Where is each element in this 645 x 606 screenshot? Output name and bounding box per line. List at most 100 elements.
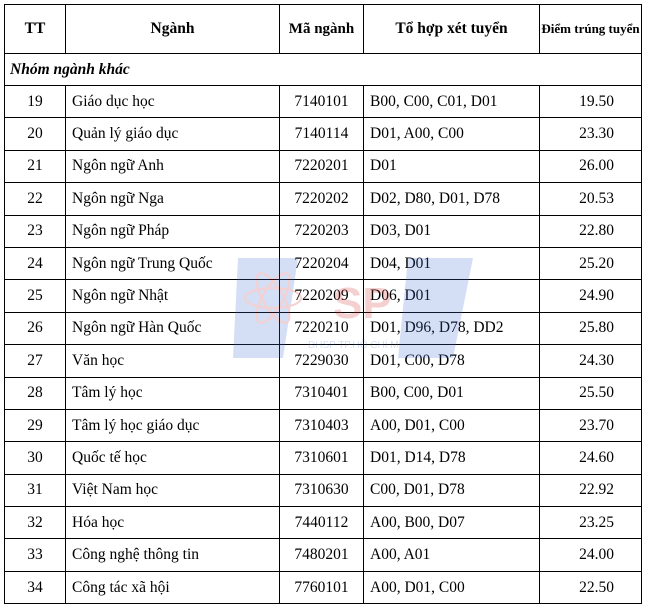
row-diem: 22.92 [539, 473, 642, 508]
row-ma-nganh: 7310601 [279, 441, 364, 475]
row-nganh: Ngôn ngữ Hàn Quốc [65, 311, 280, 346]
row-ma-nganh: 7220210 [279, 311, 364, 346]
row-to-hop: B00, C00, C01, D01 [363, 84, 540, 119]
row-to-hop: B00, C00, D01 [363, 376, 540, 410]
table-row: 22 Ngôn ngữ Nga 7220202 D02, D80, D01, D78 2… [4, 182, 642, 216]
table-row: 30 Quốc tế học 7310601 D01, D14, D78 24.60 [4, 441, 642, 475]
row-diem: 23.30 [539, 117, 642, 151]
table-row: 31 Việt Nam học 7310630 C00, D01, D78 22.92 [4, 473, 642, 508]
row-nganh: Văn học [65, 344, 280, 378]
table-row: 27 Văn học 7229030 D01, C00, D78 24.30 [4, 344, 642, 378]
row-to-hop: D04, D01 [363, 246, 540, 281]
table-row: 24 Ngôn ngữ Trung Quốc 7220204 D04, D01 25.2… [4, 246, 642, 281]
row-ma-nganh: 7220202 [279, 182, 364, 216]
table-row: 23 Ngôn ngữ Pháp 7220203 D03, D01 22.80 [4, 214, 642, 248]
row-diem: 25.50 [539, 376, 642, 410]
header-ma-nganh: Mã ngành [279, 4, 364, 54]
row-ma-nganh: 7310401 [279, 376, 364, 410]
row-to-hop: D06, D01 [363, 279, 540, 313]
row-nganh: Giáo dục học [65, 84, 280, 119]
row-nganh: Tâm lý học [65, 376, 280, 410]
row-nganh: Hóa học [65, 506, 280, 540]
row-tt: 29 [4, 408, 66, 443]
table-row: 28 Tâm lý học 7310401 B00, C00, D01 25.50 [4, 376, 642, 410]
row-diem: 22.80 [539, 214, 642, 248]
row-ma-nganh: 7140101 [279, 84, 364, 119]
row-ma-nganh: 7440112 [279, 506, 364, 540]
row-to-hop: C00, D01, D78 [363, 473, 540, 508]
row-tt: 24 [4, 246, 66, 281]
row-nganh: Việt Nam học [65, 473, 280, 508]
row-nganh: Ngôn ngữ Anh [65, 149, 280, 184]
row-diem: 19.50 [539, 84, 642, 119]
row-diem: 22.50 [539, 570, 642, 605]
row-nganh: Công nghệ thông tin [65, 538, 280, 572]
row-tt: 27 [4, 344, 66, 378]
row-tt: 28 [4, 376, 66, 410]
table-row: 29 Tâm lý học giáo dục 7310403 A00, D01, C0… [4, 408, 642, 443]
row-tt: 31 [4, 473, 66, 508]
row-tt: 19 [4, 84, 66, 119]
row-ma-nganh: 7760101 [279, 570, 364, 605]
row-ma-nganh: 7480201 [279, 538, 364, 572]
header-to-hop: Tổ hợp xét tuyển [363, 4, 540, 54]
table-row: 20 Quản lý giáo dục 7140114 D01, A00, C00 23… [4, 117, 642, 151]
row-nganh: Ngôn ngữ Nga [65, 182, 280, 216]
row-diem: 24.90 [539, 279, 642, 313]
row-diem: 23.25 [539, 506, 642, 540]
row-nganh: Quản lý giáo dục [65, 117, 280, 151]
row-diem: 23.70 [539, 408, 642, 443]
row-ma-nganh: 7140114 [279, 117, 364, 151]
row-diem: 20.53 [539, 182, 642, 216]
row-tt: 26 [4, 311, 66, 346]
row-to-hop: D03, D01 [363, 214, 540, 248]
table-row: 25 Ngôn ngữ Nhật 7220209 D06, D01 24.90 [4, 279, 642, 313]
table-row: 33 Công nghệ thông tin 7480201 A00, A01 24.0… [4, 538, 642, 572]
table-row: 19 Giáo dục học 7140101 B00, C00, C01, D01 1… [4, 84, 642, 119]
header-nganh: Ngành [65, 4, 280, 54]
row-tt: 32 [4, 506, 66, 540]
row-nganh: Ngôn ngữ Nhật [65, 279, 280, 313]
row-to-hop: D01, D14, D78 [363, 441, 540, 475]
group-label: Nhóm ngành khác [4, 53, 642, 86]
row-ma-nganh: 7220203 [279, 214, 364, 248]
row-tt: 30 [4, 441, 66, 475]
table-row: 26 Ngôn ngữ Hàn Quốc 7220210 D01, D96, D78,… [4, 311, 642, 346]
row-nganh: Tâm lý học giáo dục [65, 408, 280, 443]
row-tt: 23 [4, 214, 66, 248]
row-to-hop: A00, B00, D07 [363, 506, 540, 540]
row-tt: 20 [4, 117, 66, 151]
group-row: Nhóm ngành khác [4, 53, 642, 86]
row-ma-nganh: 7310403 [279, 408, 364, 443]
row-ma-nganh: 7310630 [279, 473, 364, 508]
header-diem: Điểm trúng tuyển [539, 4, 642, 54]
row-tt: 22 [4, 182, 66, 216]
row-to-hop: A00, D01, C00 [363, 408, 540, 443]
row-nganh: Công tác xã hội [65, 570, 280, 605]
row-to-hop: A00, A01 [363, 538, 540, 572]
row-to-hop: D02, D80, D01, D78 [363, 182, 540, 216]
row-ma-nganh: 7220204 [279, 246, 364, 281]
row-nganh: Ngôn ngữ Pháp [65, 214, 280, 248]
row-tt: 33 [4, 538, 66, 572]
row-tt: 25 [4, 279, 66, 313]
row-to-hop: A00, D01, C00 [363, 570, 540, 605]
row-diem: 24.60 [539, 441, 642, 475]
table-row: 34 Công tác xã hội 7760101 A00, D01, C00 22.… [4, 570, 642, 605]
row-tt: 21 [4, 149, 66, 184]
row-diem: 24.00 [539, 538, 642, 572]
row-diem: 25.80 [539, 311, 642, 346]
header-row: TT Ngành Mã ngành Tổ hợp xét tuyển Điểm … [4, 4, 642, 54]
row-ma-nganh: 7220209 [279, 279, 364, 313]
row-ma-nganh: 7229030 [279, 344, 364, 378]
row-nganh: Ngôn ngữ Trung Quốc [65, 246, 280, 281]
row-diem: 25.20 [539, 246, 642, 281]
table-row: 32 Hóa học 7440112 A00, B00, D07 23.25 [4, 506, 642, 540]
row-to-hop: D01 [363, 149, 540, 184]
row-to-hop: D01, A00, C00 [363, 117, 540, 151]
row-nganh: Quốc tế học [65, 441, 280, 475]
row-to-hop: D01, D96, D78, DD2 [363, 311, 540, 346]
row-diem: 24.30 [539, 344, 642, 378]
header-tt: TT [4, 4, 66, 54]
row-ma-nganh: 7220201 [279, 149, 364, 184]
